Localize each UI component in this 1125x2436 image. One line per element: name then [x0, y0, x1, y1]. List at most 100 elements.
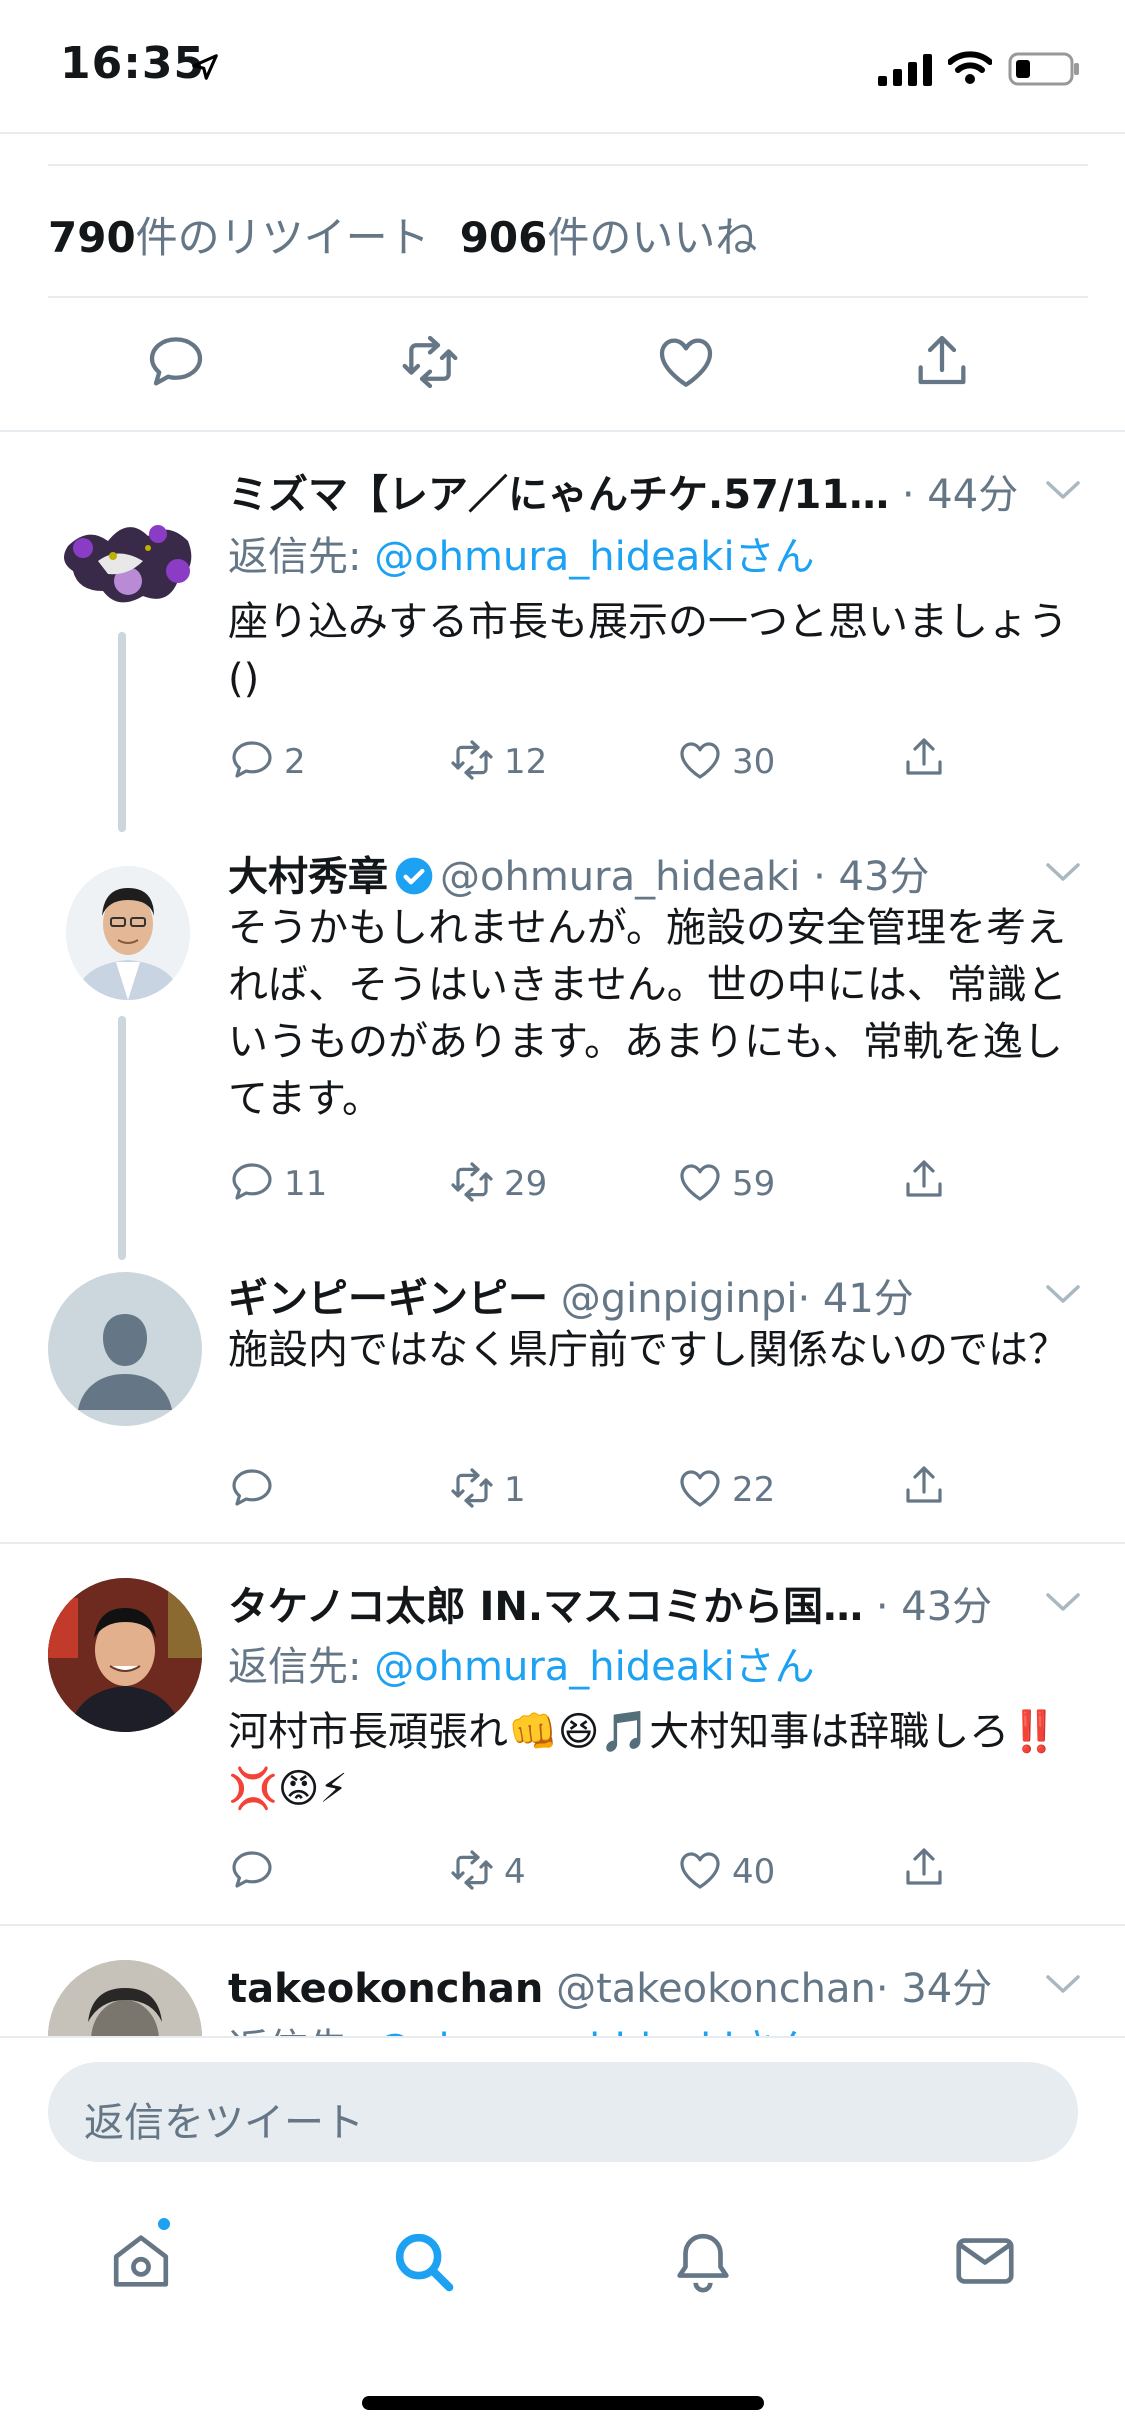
notifications-icon[interactable]	[668, 2226, 738, 2296]
share-icon	[906, 738, 942, 775]
reply-icon	[232, 1469, 272, 1506]
reply-to-suffix[interactable]: さん	[735, 534, 815, 580]
chevron-down-icon[interactable]	[1044, 1972, 1082, 1996]
tweet-header: 大村秀章 @ohmura_hideaki · 43分	[228, 844, 1078, 902]
reply-icon	[232, 1163, 272, 1200]
thread-line	[118, 1016, 126, 1260]
like-icon[interactable]	[654, 330, 718, 394]
share-icon[interactable]	[910, 330, 974, 394]
default-avatar-silhouette	[78, 1314, 172, 1410]
tweet-text: そうかもしれませんが。施設の安全管理を考えれば、そうはいきません。世の中には、常…	[228, 905, 1067, 1122]
tweet-header: ミズマ【レア／にゃんチケ.57/11… · 44分	[228, 462, 1078, 520]
search-icon[interactable]	[388, 2226, 458, 2296]
display-name[interactable]: ミズマ【レア／にゃんチケ.57/11…	[228, 472, 889, 518]
avatar[interactable]	[48, 1578, 202, 1732]
timestamp: · 43分	[813, 854, 930, 900]
divider	[48, 164, 1088, 166]
chevron-down-icon[interactable]	[1044, 1282, 1082, 1306]
reply-icon	[232, 1851, 272, 1888]
timestamp: · 44分	[901, 472, 1019, 518]
reply-to-mention[interactable]: @ohmura_hideaki	[374, 1644, 734, 1690]
timestamp: · 41分	[797, 1276, 914, 1322]
retweet-count: 29	[504, 1164, 548, 1204]
status-time: 16:35	[60, 38, 206, 89]
handle[interactable]: @ohmura_hideaki	[440, 854, 800, 900]
reply-to-prefix: 返信先:	[228, 534, 375, 580]
retweet-label[interactable]: 件のリツイート	[136, 213, 430, 262]
verified-badge-icon	[395, 857, 433, 895]
like-count: 40	[732, 1852, 776, 1892]
chevron-down-icon[interactable]	[1044, 478, 1082, 502]
like-icon	[680, 1164, 720, 1201]
display-name[interactable]: タケノコ太郎 IN.マスコミから国…	[228, 1584, 863, 1630]
home-indicator	[362, 2396, 764, 2410]
share-icon	[906, 1848, 942, 1885]
divider	[0, 1542, 1125, 1544]
timestamp: · 34分	[875, 1966, 993, 2012]
handle[interactable]: @takeokonchan	[556, 1966, 876, 2012]
wifi-icon	[948, 51, 992, 84]
reply-count: 11	[284, 1164, 328, 1204]
retweet-count: 4	[504, 1852, 526, 1892]
retweet-count[interactable]: 790	[48, 213, 136, 262]
status-bar: 16:35	[0, 0, 1125, 132]
divider	[0, 430, 1125, 432]
retweet-icon	[451, 1162, 493, 1202]
reply-to-prefix: 返信先:	[228, 1644, 375, 1690]
reply-input-placeholder: 返信をツイート	[84, 2100, 364, 2146]
display-name[interactable]: ギンピーギンピー	[228, 1276, 548, 1322]
like-icon	[680, 1470, 720, 1507]
retweet-icon	[451, 1850, 493, 1890]
display-name[interactable]: takeokonchan	[228, 1966, 543, 2012]
nav-divider	[0, 132, 1125, 134]
retweet-count: 1	[504, 1470, 526, 1510]
reply-input[interactable]: 返信をツイート	[48, 2062, 1078, 2162]
like-icon	[680, 742, 720, 779]
like-label[interactable]: 件のいいね	[547, 213, 757, 262]
signal-icon	[878, 54, 932, 86]
like-count: 22	[732, 1470, 776, 1510]
divider	[0, 1924, 1125, 1926]
retweet-icon[interactable]	[398, 330, 462, 394]
tweet-text: 河村市長頑張れ👊😆🎵大村知事は辞職しろ‼️💢😡⚡	[228, 1709, 1060, 1812]
home-notification-dot	[156, 2216, 172, 2232]
like-count: 59	[732, 1164, 776, 1204]
avatar-photo	[66, 866, 190, 1000]
chevron-down-icon[interactable]	[1044, 860, 1082, 884]
retweet-icon	[451, 1468, 493, 1508]
reply-count: 2	[284, 742, 306, 782]
reply-to-line: 返信先: @ohmura_hideakiさん	[228, 1634, 815, 1692]
share-icon	[906, 1160, 942, 1197]
timestamp: · 43分	[875, 1584, 993, 1630]
retweet-count: 12	[504, 742, 548, 782]
tweet-text: 座り込みする市長も展示の一つと思いましょう()	[228, 599, 1068, 702]
thread-line	[118, 632, 126, 832]
display-name[interactable]: 大村秀章	[228, 854, 388, 900]
location-arrow-icon	[192, 54, 218, 80]
reply-to-mention[interactable]: @ohmura_hideaki	[374, 534, 734, 580]
like-count: 30	[732, 742, 776, 782]
tweet-header: ギンピーギンピー @ginpiginpi· 41分	[228, 1266, 1078, 1324]
reply-icon[interactable]	[144, 330, 208, 394]
tweet-header: タケノコ太郎 IN.マスコミから国… · 43分	[228, 1574, 1078, 1632]
divider	[48, 296, 1088, 298]
handle[interactable]: @ginpiginpi	[561, 1276, 798, 1322]
avatar-photo	[48, 1578, 202, 1732]
avatar[interactable]	[66, 866, 190, 1000]
chevron-down-icon[interactable]	[1044, 1590, 1082, 1614]
battery-icon	[1008, 52, 1079, 86]
like-count[interactable]: 906	[460, 213, 548, 262]
retweet-icon	[451, 740, 493, 780]
avatar[interactable]	[48, 486, 204, 642]
tweet-header: takeokonchan @takeokonchan· 34分	[228, 1956, 1078, 2014]
share-icon	[906, 1466, 942, 1503]
tweet-stats: 790件のリツイート 906件のいいね	[48, 204, 757, 265]
reply-to-line: 返信先: @ohmura_hideakiさん	[228, 524, 815, 582]
reply-icon	[232, 741, 272, 778]
avatar-artwork	[64, 525, 192, 603]
default-avatar-icon[interactable]	[48, 1272, 202, 1426]
messages-icon[interactable]	[950, 2226, 1020, 2296]
like-icon	[680, 1852, 720, 1889]
reply-to-suffix[interactable]: さん	[735, 1644, 815, 1690]
home-icon[interactable]	[106, 2226, 176, 2296]
